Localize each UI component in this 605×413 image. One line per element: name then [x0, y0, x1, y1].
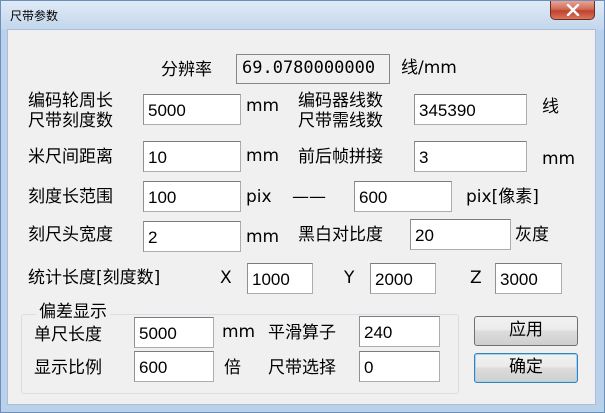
- display-ratio-input[interactable]: [134, 351, 214, 382]
- tape-select-label: 尺带选择: [268, 358, 336, 378]
- scale-range-min-input[interactable]: [143, 181, 241, 212]
- display-ratio-unit: 倍: [224, 358, 241, 378]
- frame-stitch-label: 前后帧拼接: [298, 147, 383, 167]
- deviation-group-title: 偏差显示: [36, 302, 110, 322]
- x-input[interactable]: [247, 263, 313, 294]
- single-length-label: 单尺长度: [34, 325, 102, 345]
- single-length-unit: mm: [222, 322, 256, 342]
- meter-spacing-input[interactable]: [143, 141, 241, 172]
- x-label: X: [220, 268, 232, 288]
- scale-range-max-unit: pix[像素]: [466, 187, 539, 207]
- window-title: 尺带参数: [10, 9, 59, 23]
- frame-stitch-input[interactable]: [414, 141, 527, 172]
- encoder-length-input[interactable]: [143, 94, 241, 125]
- scale-range-max-input[interactable]: [354, 181, 452, 212]
- stat-length-label: 统计长度[刻度数]: [28, 268, 161, 288]
- tape-select-input[interactable]: [359, 351, 440, 382]
- meter-spacing-unit: mm: [246, 146, 280, 166]
- z-label: Z: [470, 268, 482, 288]
- close-icon: [566, 4, 580, 16]
- scale-range-min-unit: pix: [246, 187, 272, 207]
- contrast-unit: 灰度: [515, 225, 549, 245]
- resolution-label: 分辨率: [161, 60, 212, 80]
- scale-range-separator: ——: [292, 187, 326, 207]
- title-bar[interactable]: 尺带参数: [1, 1, 604, 30]
- ok-button[interactable]: 确定: [474, 353, 578, 383]
- head-width-unit: mm: [246, 227, 280, 247]
- resolution-unit: 线/mm: [401, 58, 457, 78]
- encoder-lines-label: 编码器线数 尺带需线数: [298, 91, 383, 131]
- contrast-input[interactable]: [410, 219, 511, 250]
- smooth-operator-label: 平滑算子: [268, 323, 336, 343]
- smooth-operator-input[interactable]: [359, 316, 440, 347]
- display-ratio-label: 显示比例: [34, 358, 102, 378]
- encoder-lines-unit: 线: [542, 97, 559, 117]
- scale-range-label: 刻度长范围: [28, 187, 113, 207]
- apply-button[interactable]: 应用: [474, 316, 578, 346]
- head-width-input[interactable]: [143, 221, 241, 252]
- encoder-lines-input[interactable]: [414, 94, 527, 125]
- meter-spacing-label: 米尺间距离: [28, 147, 113, 167]
- y-input[interactable]: [370, 263, 436, 294]
- frame-stitch-unit: mm: [542, 149, 576, 169]
- resolution-value: 69.0780000000: [236, 54, 390, 84]
- head-width-label: 刻尺头宽度: [28, 225, 113, 245]
- encoder-length-unit: mm: [246, 96, 280, 116]
- z-input[interactable]: [495, 263, 562, 294]
- close-button[interactable]: [550, 1, 595, 20]
- encoder-length-label: 编码轮周长 尺带刻度数: [28, 91, 113, 131]
- y-label: Y: [344, 268, 355, 288]
- single-length-input[interactable]: [134, 317, 214, 348]
- contrast-label: 黑白对比度: [298, 225, 383, 245]
